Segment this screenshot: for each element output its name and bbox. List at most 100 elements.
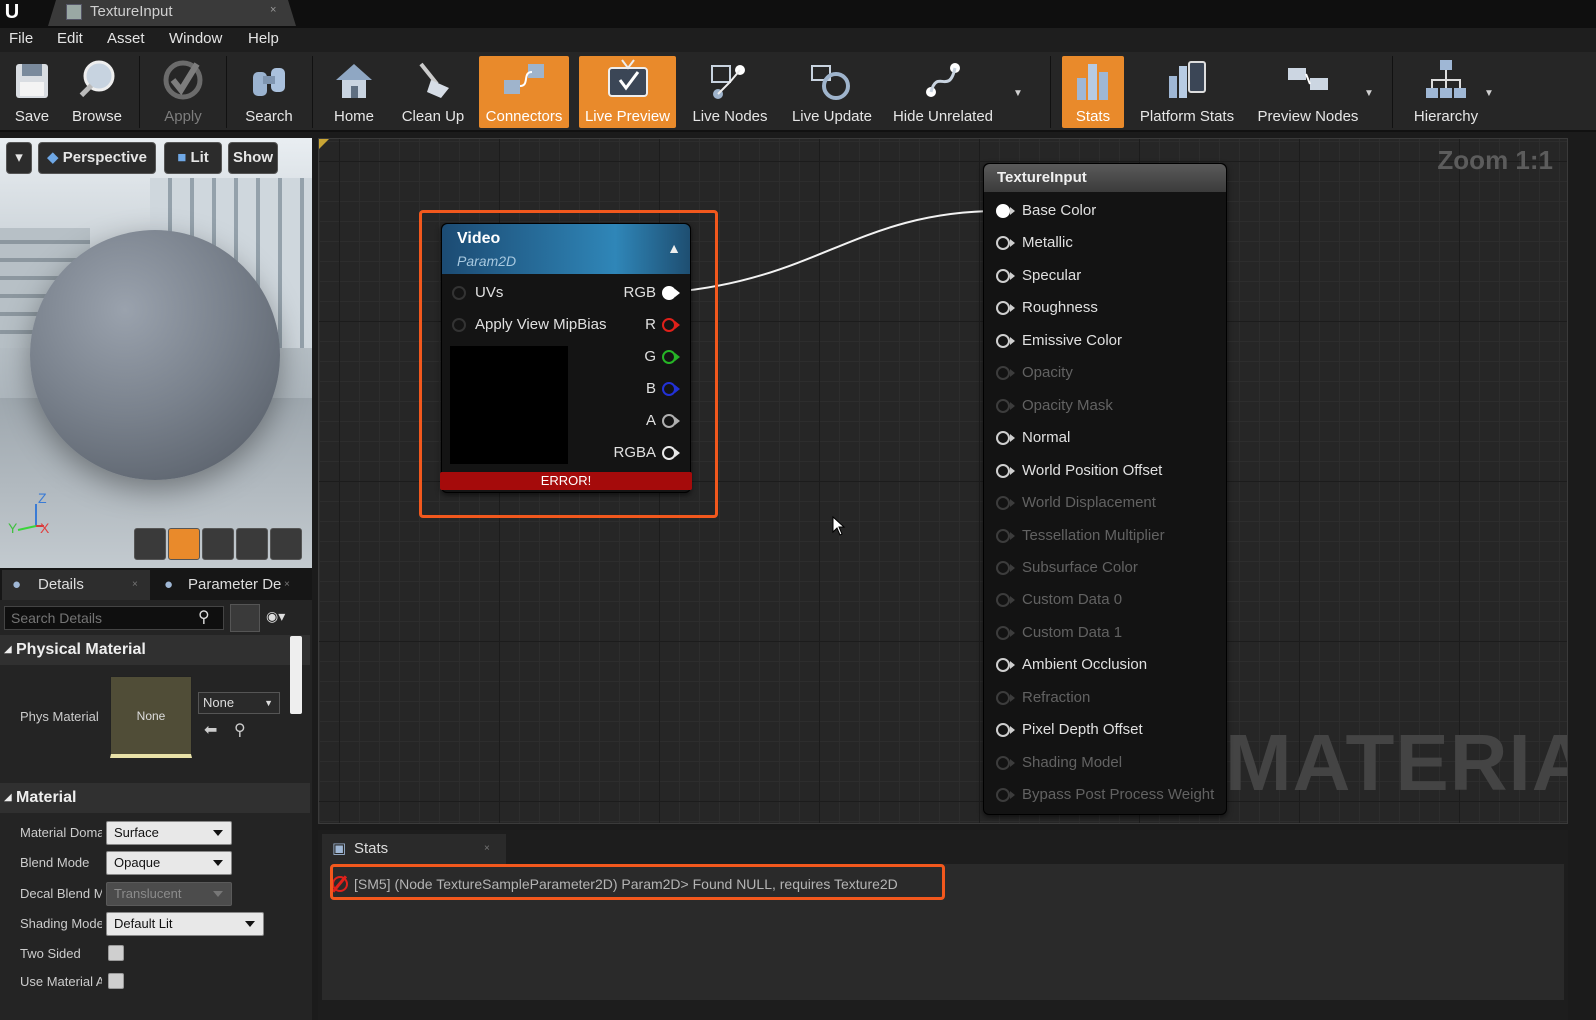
pin-arrow-icon bbox=[1010, 271, 1015, 280]
hierarchy-chevron-icon[interactable]: ▼ bbox=[1484, 88, 1494, 99]
save-button[interactable]: Save bbox=[6, 56, 58, 128]
live-update-button[interactable]: Live Update bbox=[786, 56, 878, 128]
material-graph[interactable]: Zoom 1:1 MATERIAL Video Param2D ▲ UVs Ap… bbox=[318, 138, 1568, 824]
connectors-icon bbox=[504, 64, 544, 94]
graph-corner-marker bbox=[319, 139, 329, 149]
section-physical-title: Physical Material bbox=[16, 641, 146, 658]
lit-button[interactable]: ■ Lit bbox=[164, 142, 222, 174]
browse-button[interactable]: Browse bbox=[66, 56, 128, 128]
viewport-options-dropdown[interactable]: ▾ bbox=[6, 142, 32, 174]
perspective-icon: ◆ bbox=[47, 149, 59, 166]
pin-arrow-icon bbox=[1010, 207, 1015, 215]
menu-asset[interactable]: Asset bbox=[107, 30, 145, 47]
preview-nodes-button[interactable]: Preview Nodes bbox=[1252, 56, 1364, 128]
pin-arrow-icon bbox=[1010, 726, 1015, 735]
close-tab-icon[interactable]: × bbox=[270, 4, 276, 16]
tab-parameter-defaults[interactable]: ● Parameter De × bbox=[154, 570, 300, 600]
tab-stats[interactable]: ▣ Stats × bbox=[322, 834, 506, 864]
collapse-triangle-icon: ◢ bbox=[4, 792, 12, 803]
material-domain-combo[interactable]: Surface bbox=[106, 821, 232, 845]
result-pin-label: Refraction bbox=[1022, 688, 1091, 706]
menu-window[interactable]: Window bbox=[169, 30, 222, 47]
connectors-button[interactable]: Connectors bbox=[479, 56, 569, 128]
phys-material-combo[interactable]: None ▼ bbox=[198, 692, 280, 714]
search-details-input[interactable] bbox=[4, 606, 224, 630]
tab-details[interactable]: ● Details × bbox=[2, 570, 150, 600]
document-tab[interactable]: TextureInput × bbox=[48, 0, 296, 26]
stats-tab-label: Stats bbox=[354, 840, 389, 857]
document-tab-title: TextureInput bbox=[90, 3, 173, 20]
section-physical-material[interactable]: ◢ Physical Material bbox=[0, 635, 310, 665]
preview-viewport[interactable]: ▾ ◆ Perspective ■ Lit Show Z X Y bbox=[0, 138, 312, 576]
result-pin-label: Opacity Mask bbox=[1022, 396, 1113, 414]
menu-file[interactable]: File bbox=[9, 30, 33, 47]
show-button[interactable]: Show bbox=[228, 142, 278, 174]
use-selected-arrow-icon[interactable]: ⬅ bbox=[204, 720, 217, 740]
preview-cylinder-button[interactable] bbox=[134, 528, 166, 560]
menu-help[interactable]: Help bbox=[248, 30, 279, 47]
chevron-down-icon bbox=[245, 921, 255, 927]
two-sided-checkbox[interactable] bbox=[108, 945, 124, 961]
shading-model-label: Shading Mode bbox=[20, 916, 102, 931]
hide-unrelated-button[interactable]: Hide Unrelated bbox=[888, 56, 998, 128]
texture-input-header[interactable]: TextureInput bbox=[984, 164, 1226, 192]
stats-button[interactable]: Stats bbox=[1062, 56, 1124, 128]
pin-arrow-icon bbox=[1010, 693, 1015, 702]
toolbar-separator bbox=[312, 56, 313, 128]
decal-blend-mode-label: Decal Blend M bbox=[20, 886, 102, 901]
result-pin-icon bbox=[996, 333, 1010, 348]
preview-plane-button[interactable] bbox=[202, 528, 234, 560]
perspective-button[interactable]: ◆ Perspective bbox=[38, 142, 156, 174]
result-pin-label: Specular bbox=[1022, 266, 1082, 284]
browse-asset-icon[interactable]: ⚲ bbox=[234, 720, 246, 740]
details-panel: ● Details × ● Parameter De × ⚲ ◉▾ ◢ Phys… bbox=[0, 568, 312, 1020]
details-scrollbar[interactable] bbox=[290, 636, 302, 714]
visibility-eye-icon[interactable]: ◉▾ bbox=[266, 608, 285, 625]
hierarchy-button[interactable]: Hierarchy bbox=[1404, 56, 1488, 128]
result-pin-icon bbox=[996, 431, 1010, 446]
result-pin-label: Custom Data 0 bbox=[1022, 591, 1123, 609]
zoom-label: Zoom 1:1 bbox=[1437, 145, 1553, 175]
pin-arrow-icon bbox=[1010, 758, 1015, 767]
broom-icon bbox=[419, 62, 449, 98]
pin-arrow-icon bbox=[1010, 563, 1015, 572]
more-options-chevron-icon[interactable]: ▼ bbox=[1013, 88, 1023, 99]
details-tabs: ● Details × ● Parameter De × bbox=[0, 568, 312, 600]
preview-nodes-chevron-icon[interactable]: ▼ bbox=[1364, 88, 1374, 99]
result-pin-icon bbox=[996, 366, 1010, 381]
shading-model-combo[interactable]: Default Lit bbox=[106, 912, 264, 936]
texture-input-result-node[interactable]: TextureInput Base Color Metallic Specular R… bbox=[983, 163, 1227, 815]
live-nodes-button[interactable]: Live Nodes bbox=[688, 56, 772, 128]
shading-model-value: Default Lit bbox=[114, 916, 173, 931]
tab-details-label: Details bbox=[38, 576, 84, 593]
preview-nodes-icon bbox=[1288, 68, 1328, 90]
home-button[interactable]: Home bbox=[326, 56, 382, 128]
search-button[interactable]: Search bbox=[236, 56, 302, 128]
pin-arrow-icon bbox=[1010, 531, 1015, 540]
section-material-title: Material bbox=[16, 789, 77, 806]
use-material-attributes-checkbox[interactable] bbox=[108, 973, 124, 989]
search-icon: ⚲ bbox=[198, 609, 210, 626]
live-preview-button[interactable]: Live Preview bbox=[579, 56, 676, 128]
preview-sphere-button[interactable] bbox=[168, 528, 200, 560]
blend-mode-value: Opaque bbox=[114, 855, 161, 870]
platform-stats-button[interactable]: Platform Stats bbox=[1134, 56, 1240, 128]
view-options-grid-icon[interactable] bbox=[230, 604, 260, 632]
preview-cube-button[interactable] bbox=[236, 528, 268, 560]
tab-close-icon[interactable]: × bbox=[284, 570, 290, 600]
section-material[interactable]: ◢ Material bbox=[0, 783, 310, 813]
clean-up-button[interactable]: Clean Up bbox=[390, 56, 476, 128]
phys-material-thumbnail[interactable]: None bbox=[110, 676, 192, 758]
result-pin-label: Ambient Occlusion bbox=[1022, 656, 1148, 674]
tab-close-icon[interactable]: × bbox=[132, 570, 138, 600]
result-pin-label: Roughness bbox=[1022, 299, 1098, 317]
pin-arrow-icon bbox=[1010, 369, 1015, 378]
preview-mesh-button[interactable] bbox=[270, 528, 302, 560]
result-pin-icon bbox=[996, 204, 1010, 218]
menu-edit[interactable]: Edit bbox=[57, 30, 83, 47]
blend-mode-combo[interactable]: Opaque bbox=[106, 851, 232, 875]
use-material-attributes-label: Use Material A bbox=[20, 974, 102, 989]
save-icon bbox=[16, 64, 48, 98]
tab-close-icon[interactable]: × bbox=[484, 834, 490, 864]
apply-button[interactable]: Apply bbox=[150, 56, 216, 128]
